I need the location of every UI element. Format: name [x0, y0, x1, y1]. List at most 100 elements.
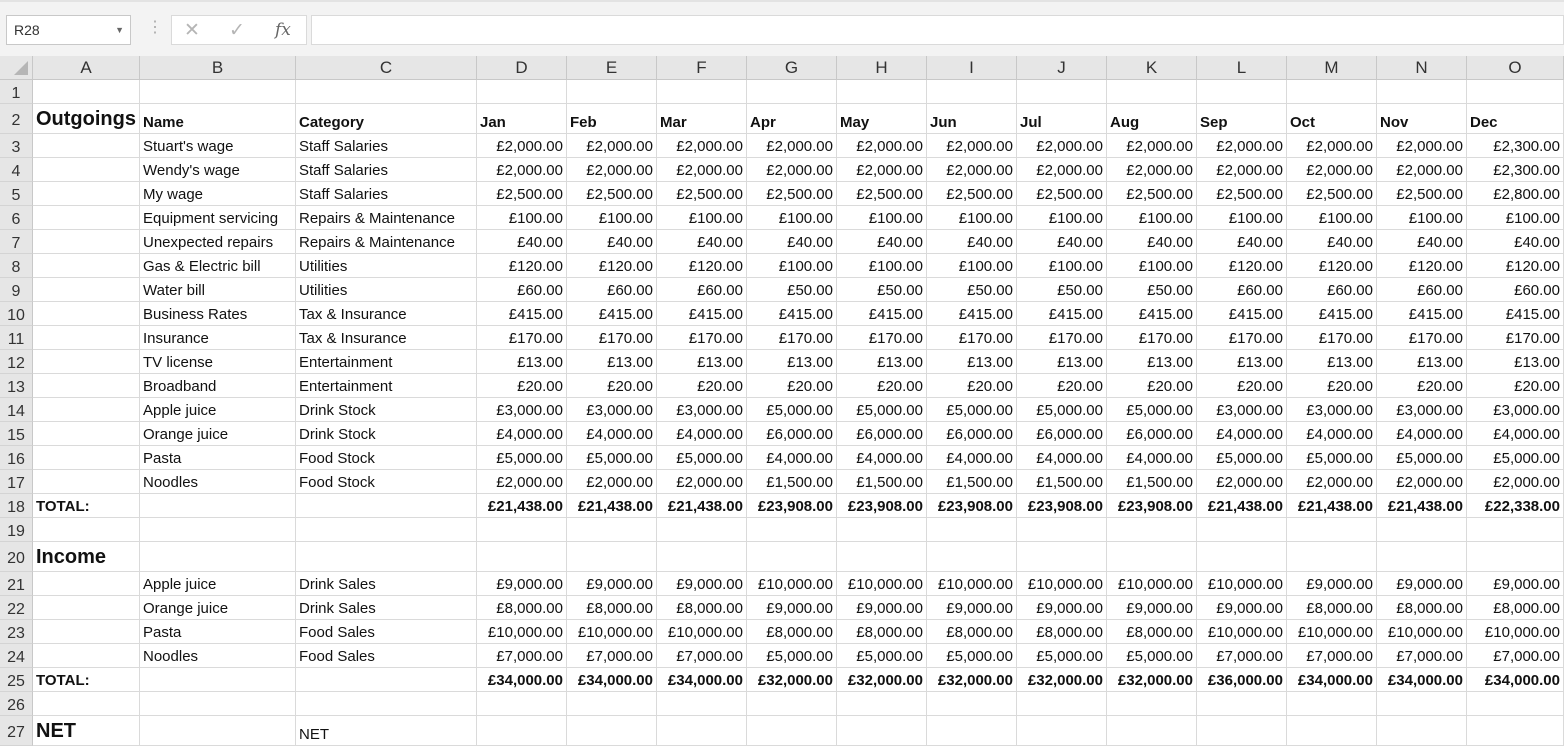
- cell-k2[interactable]: Aug: [1107, 104, 1197, 134]
- cell-l3[interactable]: £2,000.00: [1197, 134, 1287, 158]
- cell-c19[interactable]: [296, 518, 477, 542]
- cell-f25[interactable]: £34,000.00: [657, 668, 747, 692]
- cell-f27[interactable]: [657, 716, 747, 746]
- cell-b1[interactable]: [140, 80, 296, 104]
- cell-b2[interactable]: Name: [140, 104, 296, 134]
- cell-n23[interactable]: £10,000.00: [1377, 620, 1467, 644]
- cell-i7[interactable]: £40.00: [927, 230, 1017, 254]
- cell-i18[interactable]: £23,908.00: [927, 494, 1017, 518]
- cell-k16[interactable]: £4,000.00: [1107, 446, 1197, 470]
- cell-e24[interactable]: £7,000.00: [567, 644, 657, 668]
- cell-h5[interactable]: £2,500.00: [837, 182, 927, 206]
- cell-a12[interactable]: [33, 350, 140, 374]
- cell-h17[interactable]: £1,500.00: [837, 470, 927, 494]
- cell-o15[interactable]: £4,000.00: [1467, 422, 1564, 446]
- cell-d2[interactable]: Jan: [477, 104, 567, 134]
- cell-m12[interactable]: £13.00: [1287, 350, 1377, 374]
- cell-i3[interactable]: £2,000.00: [927, 134, 1017, 158]
- cell-b26[interactable]: [140, 692, 296, 716]
- name-box[interactable]: R28 ▼: [6, 15, 131, 45]
- cell-n7[interactable]: £40.00: [1377, 230, 1467, 254]
- cell-a7[interactable]: [33, 230, 140, 254]
- cell-l17[interactable]: £2,000.00: [1197, 470, 1287, 494]
- row-header-25[interactable]: 25: [0, 668, 33, 692]
- cell-n16[interactable]: £5,000.00: [1377, 446, 1467, 470]
- cell-h19[interactable]: [837, 518, 927, 542]
- enter-icon[interactable]: ✓: [229, 19, 245, 42]
- cell-j17[interactable]: £1,500.00: [1017, 470, 1107, 494]
- cell-b6[interactable]: Equipment servicing: [140, 206, 296, 230]
- cell-o12[interactable]: £13.00: [1467, 350, 1564, 374]
- cell-l6[interactable]: £100.00: [1197, 206, 1287, 230]
- cell-n4[interactable]: £2,000.00: [1377, 158, 1467, 182]
- cell-f8[interactable]: £120.00: [657, 254, 747, 278]
- cell-m26[interactable]: [1287, 692, 1377, 716]
- cell-l23[interactable]: £10,000.00: [1197, 620, 1287, 644]
- cell-k23[interactable]: £8,000.00: [1107, 620, 1197, 644]
- cell-m24[interactable]: £7,000.00: [1287, 644, 1377, 668]
- cell-n17[interactable]: £2,000.00: [1377, 470, 1467, 494]
- cell-b18[interactable]: [140, 494, 296, 518]
- cell-m15[interactable]: £4,000.00: [1287, 422, 1377, 446]
- cell-a6[interactable]: [33, 206, 140, 230]
- cell-h12[interactable]: £13.00: [837, 350, 927, 374]
- cell-f11[interactable]: £170.00: [657, 326, 747, 350]
- cell-n9[interactable]: £60.00: [1377, 278, 1467, 302]
- cell-k17[interactable]: £1,500.00: [1107, 470, 1197, 494]
- cell-j26[interactable]: [1017, 692, 1107, 716]
- cell-e9[interactable]: £60.00: [567, 278, 657, 302]
- cell-i21[interactable]: £10,000.00: [927, 572, 1017, 596]
- cell-c23[interactable]: Food Sales: [296, 620, 477, 644]
- cell-f26[interactable]: [657, 692, 747, 716]
- cell-j7[interactable]: £40.00: [1017, 230, 1107, 254]
- cell-k22[interactable]: £9,000.00: [1107, 596, 1197, 620]
- cell-o11[interactable]: £170.00: [1467, 326, 1564, 350]
- cell-l24[interactable]: £7,000.00: [1197, 644, 1287, 668]
- cell-h8[interactable]: £100.00: [837, 254, 927, 278]
- cell-b3[interactable]: Stuart's wage: [140, 134, 296, 158]
- cell-i22[interactable]: £9,000.00: [927, 596, 1017, 620]
- cell-i15[interactable]: £6,000.00: [927, 422, 1017, 446]
- cell-j21[interactable]: £10,000.00: [1017, 572, 1107, 596]
- cell-o18[interactable]: £22,338.00: [1467, 494, 1564, 518]
- cell-n10[interactable]: £415.00: [1377, 302, 1467, 326]
- cell-g25[interactable]: £32,000.00: [747, 668, 837, 692]
- cell-n19[interactable]: [1377, 518, 1467, 542]
- cell-d14[interactable]: £3,000.00: [477, 398, 567, 422]
- cell-i14[interactable]: £5,000.00: [927, 398, 1017, 422]
- cell-b19[interactable]: [140, 518, 296, 542]
- row-header-4[interactable]: 4: [0, 158, 33, 182]
- cell-a5[interactable]: [33, 182, 140, 206]
- cell-b21[interactable]: Apple juice: [140, 572, 296, 596]
- cell-j4[interactable]: £2,000.00: [1017, 158, 1107, 182]
- cell-l21[interactable]: £10,000.00: [1197, 572, 1287, 596]
- cell-f5[interactable]: £2,500.00: [657, 182, 747, 206]
- cell-o1[interactable]: [1467, 80, 1564, 104]
- cell-a24[interactable]: [33, 644, 140, 668]
- cell-b27[interactable]: [140, 716, 296, 746]
- cell-o3[interactable]: £2,300.00: [1467, 134, 1564, 158]
- cell-m11[interactable]: £170.00: [1287, 326, 1377, 350]
- cell-o9[interactable]: £60.00: [1467, 278, 1564, 302]
- cell-f17[interactable]: £2,000.00: [657, 470, 747, 494]
- cell-c7[interactable]: Repairs & Maintenance: [296, 230, 477, 254]
- cell-i24[interactable]: £5,000.00: [927, 644, 1017, 668]
- cell-a21[interactable]: [33, 572, 140, 596]
- cancel-icon[interactable]: ✕: [184, 19, 200, 42]
- cell-b24[interactable]: Noodles: [140, 644, 296, 668]
- cell-c5[interactable]: Staff Salaries: [296, 182, 477, 206]
- cell-o27[interactable]: [1467, 716, 1564, 746]
- cell-a13[interactable]: [33, 374, 140, 398]
- cell-d5[interactable]: £2,500.00: [477, 182, 567, 206]
- cell-k12[interactable]: £13.00: [1107, 350, 1197, 374]
- row-header-3[interactable]: 3: [0, 134, 33, 158]
- cell-l20[interactable]: [1197, 542, 1287, 572]
- cell-f6[interactable]: £100.00: [657, 206, 747, 230]
- cell-c13[interactable]: Entertainment: [296, 374, 477, 398]
- row-header-12[interactable]: 12: [0, 350, 33, 374]
- cell-h16[interactable]: £4,000.00: [837, 446, 927, 470]
- cell-g22[interactable]: £9,000.00: [747, 596, 837, 620]
- cell-h18[interactable]: £23,908.00: [837, 494, 927, 518]
- cell-f2[interactable]: Mar: [657, 104, 747, 134]
- select-all-corner[interactable]: [0, 56, 33, 80]
